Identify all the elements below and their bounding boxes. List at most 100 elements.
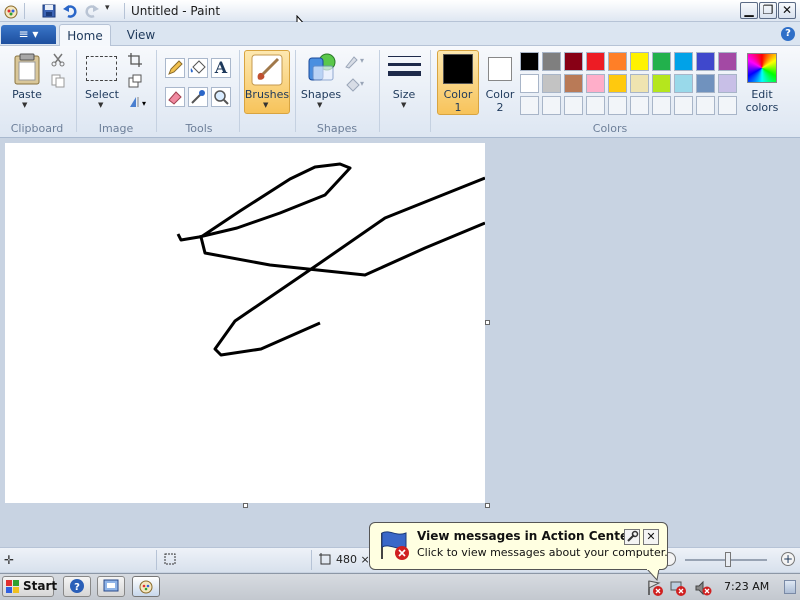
customize-qat-icon[interactable]: ▾ (105, 3, 121, 19)
tools-group-label: Tools (185, 122, 213, 135)
canvas-resize-handle-right[interactable] (485, 320, 490, 325)
pencil-icon[interactable] (165, 58, 185, 78)
redo-icon[interactable] (84, 3, 100, 19)
balloon-close-button[interactable]: ✕ (643, 529, 659, 545)
fill-shape-icon[interactable]: ▾ (344, 76, 368, 95)
palette-swatch[interactable] (674, 74, 693, 93)
color2-label: Color (485, 88, 515, 101)
palette-swatch[interactable] (696, 74, 715, 93)
start-button[interactable]: Start (2, 576, 57, 597)
zoom-slider-thumb[interactable] (725, 552, 731, 567)
palette-swatch[interactable] (564, 74, 583, 93)
shapes-dropdown-icon[interactable]: ▼ (317, 101, 322, 109)
zoom-in-button[interactable]: + (781, 552, 795, 566)
palette-swatch[interactable] (564, 96, 583, 115)
palette-swatch[interactable] (718, 74, 737, 93)
palette-swatch[interactable] (542, 52, 561, 71)
palette-swatch[interactable] (564, 52, 583, 71)
clock[interactable]: 7:23 AM (724, 580, 769, 593)
cut-icon[interactable] (51, 53, 65, 70)
paint-app-icon[interactable] (3, 3, 19, 19)
taskbar-paint-button[interactable] (132, 576, 160, 597)
size-label: Size (392, 88, 416, 101)
drawing-canvas[interactable] (5, 143, 486, 503)
tab-view[interactable]: View (118, 24, 164, 46)
palette-swatch[interactable] (630, 52, 649, 71)
select-dropdown-icon[interactable]: ▼ (98, 101, 103, 109)
size-dropdown-icon[interactable]: ▼ (401, 101, 406, 109)
rotate-icon[interactable]: ▾ (128, 95, 150, 112)
palette-swatch[interactable] (520, 74, 539, 93)
canvas-resize-handle-corner[interactable] (485, 503, 490, 508)
image-group-label: Image (98, 122, 134, 135)
palette-swatch[interactable] (542, 74, 561, 93)
edit-colors-icon[interactable] (747, 53, 777, 83)
select-icon[interactable] (86, 56, 117, 81)
paste-label: Paste (12, 88, 42, 101)
palette-swatch[interactable] (674, 96, 693, 115)
palette-swatch[interactable] (520, 52, 539, 71)
palette-swatch[interactable] (718, 52, 737, 71)
palette-swatch[interactable] (652, 52, 671, 71)
edit-colors-label-line1: Edit (751, 88, 773, 101)
drawn-stroke (176, 162, 486, 357)
palette-swatch[interactable] (652, 74, 671, 93)
color-palette (520, 52, 742, 116)
balloon-options-icon[interactable] (624, 529, 640, 545)
windows-logo-icon (6, 580, 19, 593)
volume-muted-icon[interactable] (694, 579, 712, 600)
svg-text:?: ? (74, 582, 80, 593)
paint-menu-button[interactable]: ≡ ▾ (1, 25, 56, 44)
palette-swatch[interactable] (608, 52, 627, 71)
palette-swatch[interactable] (652, 96, 671, 115)
show-desktop-button[interactable] (784, 580, 796, 594)
outline-icon[interactable]: ▾ (344, 53, 368, 72)
clipboard-icon (14, 53, 40, 85)
size-icon[interactable] (388, 54, 421, 87)
close-button[interactable]: ✕ (778, 2, 796, 19)
color2-swatch[interactable] (488, 57, 512, 81)
color1-number: 1 (454, 101, 462, 114)
paste-button[interactable] (13, 52, 41, 89)
taskbar-explorer-button[interactable] (97, 576, 125, 597)
brushes-dropdown-icon: ▼ (263, 101, 269, 109)
minimize-button[interactable]: ▁ (740, 2, 758, 19)
palette-swatch[interactable] (630, 74, 649, 93)
copy-icon[interactable] (51, 74, 65, 91)
shapes-icon[interactable] (305, 52, 339, 89)
palette-swatch[interactable] (608, 96, 627, 115)
palette-swatch[interactable] (674, 52, 693, 71)
magnifier-icon[interactable] (211, 87, 231, 107)
tab-home[interactable]: Home (59, 24, 111, 46)
eraser-icon[interactable] (165, 87, 185, 107)
palette-swatch[interactable] (542, 96, 561, 115)
balloon-pointer (645, 568, 661, 584)
resize-icon[interactable] (128, 74, 142, 91)
help-icon[interactable]: ? (781, 27, 795, 41)
palette-swatch[interactable] (696, 52, 715, 71)
colors-group-label: Colors (592, 122, 628, 135)
edit-colors-label-line2: colors (745, 101, 779, 114)
text-icon[interactable]: A (211, 58, 231, 78)
palette-swatch[interactable] (586, 52, 605, 71)
fill-icon[interactable] (188, 58, 208, 78)
clipboard-group-label: Clipboard (10, 122, 64, 135)
color-picker-icon[interactable] (188, 87, 208, 107)
svg-text:▾: ▾ (360, 56, 364, 65)
palette-swatch[interactable] (520, 96, 539, 115)
network-error-icon[interactable] (669, 579, 687, 600)
palette-swatch[interactable] (696, 96, 715, 115)
canvas-resize-handle-bottom[interactable] (243, 503, 248, 508)
palette-swatch[interactable] (608, 74, 627, 93)
paste-dropdown-icon[interactable]: ▼ (22, 101, 27, 109)
taskbar-help-button[interactable]: ? (63, 576, 91, 597)
restore-button[interactable]: ❐ (759, 2, 777, 19)
crop-icon[interactable] (128, 53, 142, 70)
shapes-group-label: Shapes (316, 122, 358, 135)
palette-swatch[interactable] (718, 96, 737, 115)
undo-icon[interactable] (62, 3, 78, 19)
palette-swatch[interactable] (586, 96, 605, 115)
save-icon[interactable] (41, 3, 57, 19)
palette-swatch[interactable] (586, 74, 605, 93)
palette-swatch[interactable] (630, 96, 649, 115)
